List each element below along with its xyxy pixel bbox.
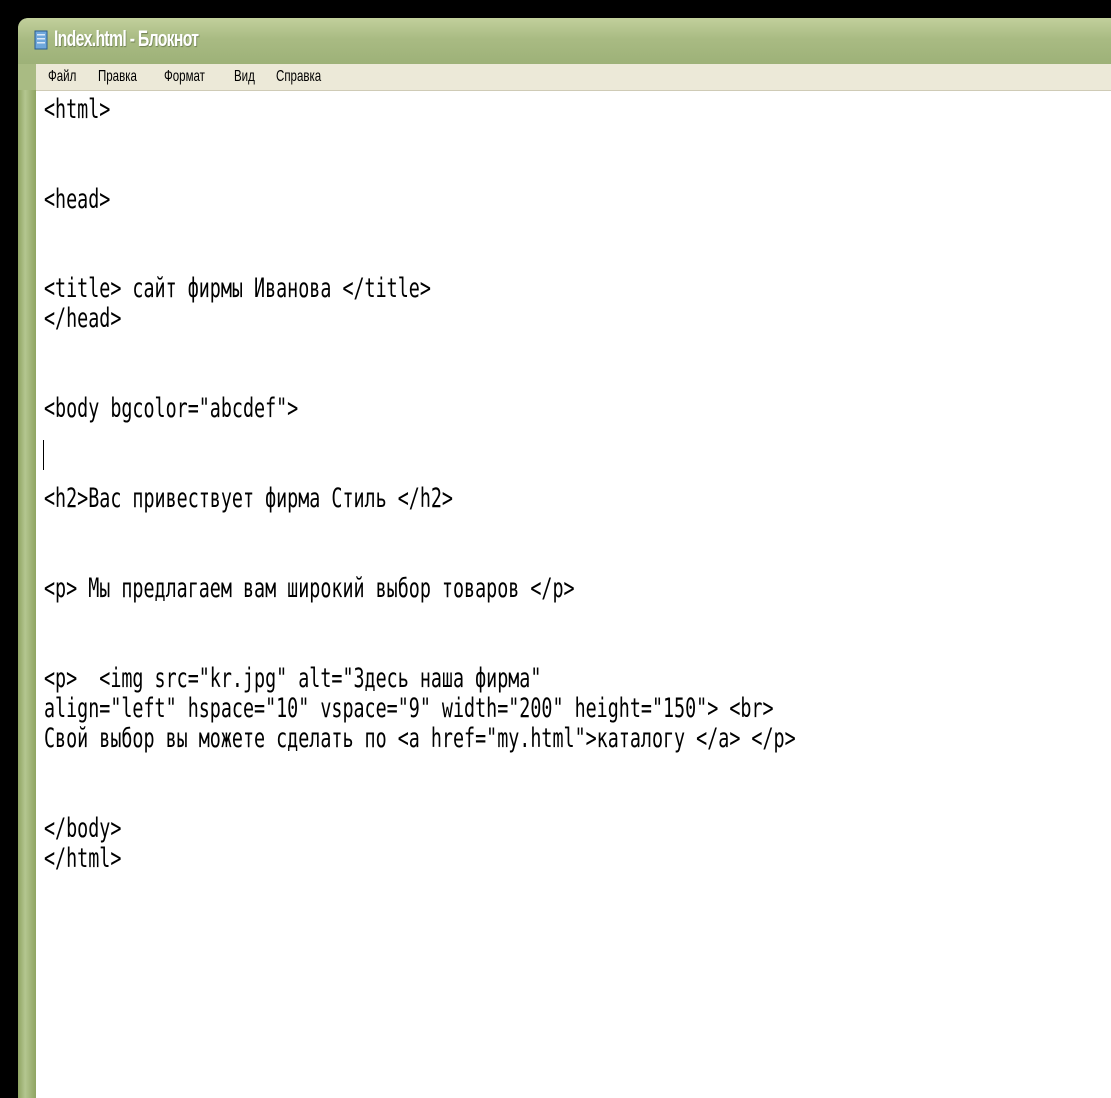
menu-help[interactable]: Справка xyxy=(276,68,321,86)
editor-line: <p> <img src="kr.jpg" alt="Здесь наша фи… xyxy=(44,663,542,694)
menu-format[interactable]: Формат xyxy=(164,68,205,86)
menu-edit[interactable]: Правка xyxy=(98,68,137,86)
editor-line: <p> Мы предлагаем вам широкий выбор това… xyxy=(44,573,575,604)
editor-line: align="left" hspace="10" vspace="9" widt… xyxy=(44,693,774,724)
text-caret xyxy=(43,440,44,470)
menu-view[interactable]: Вид xyxy=(234,68,255,86)
editor-line: </body> xyxy=(44,813,122,844)
text-editor[interactable]: <html> <head> <title> сайт фирмы Иванова… xyxy=(36,91,1111,1098)
editor-line: <body bgcolor="abcdef"> xyxy=(44,393,299,424)
editor-line: </head> xyxy=(44,303,122,334)
notepad-window: Index.html - Блокнот Файл Правка Формат … xyxy=(18,18,1111,1098)
editor-line: <html> xyxy=(44,94,111,125)
editor-line: <h2>Вас привествует фирма Стиль </h2> xyxy=(44,483,453,514)
menu-file[interactable]: Файл xyxy=(48,68,76,86)
notepad-icon xyxy=(34,30,48,50)
window-title: Index.html - Блокнот xyxy=(54,26,199,51)
editor-line: <title> сайт фирмы Иванова </title> xyxy=(44,273,431,304)
editor-line: <head> xyxy=(44,184,111,215)
menu-bar: Файл Правка Формат Вид Справка xyxy=(36,64,1111,91)
editor-line: Свой выбор вы можете сделать по <a href=… xyxy=(44,723,796,754)
editor-line: </html> xyxy=(44,843,122,874)
title-bar[interactable]: Index.html - Блокнот xyxy=(18,18,1111,64)
window-frame-left xyxy=(18,90,36,1098)
